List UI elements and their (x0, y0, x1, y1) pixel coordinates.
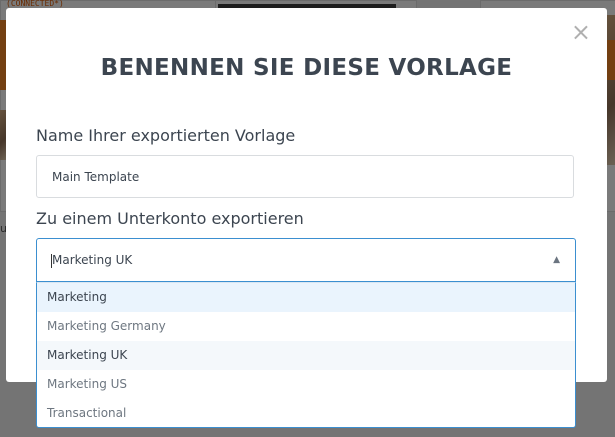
dropdown-option-marketing-germany[interactable]: Marketing Germany (37, 312, 575, 341)
template-name-label: Name Ihrer exportierten Vorlage (36, 126, 296, 145)
chevron-up-icon[interactable]: ▲ (553, 255, 560, 265)
template-name-input[interactable]: Main Template (36, 155, 574, 198)
template-name-value: Main Template (52, 169, 140, 184)
close-icon[interactable]: × (571, 20, 591, 44)
subaccount-dropdown-list: Marketing Marketing Germany Marketing UK… (36, 282, 576, 428)
dropdown-option-transactional[interactable]: Transactional (37, 399, 575, 427)
subaccount-selected-value: Marketing UK (50, 253, 133, 268)
dropdown-option-marketing-us[interactable]: Marketing US (37, 370, 575, 399)
dropdown-option-marketing[interactable]: Marketing (37, 283, 575, 312)
modal-title: BENENNEN SIE DIESE VORLAGE (100, 55, 513, 81)
subaccount-label: Zu einem Unterkonto exportieren (36, 209, 304, 228)
dropdown-option-marketing-uk[interactable]: Marketing UK (37, 341, 575, 370)
subaccount-select[interactable]: Marketing UK ▲ (36, 238, 576, 282)
